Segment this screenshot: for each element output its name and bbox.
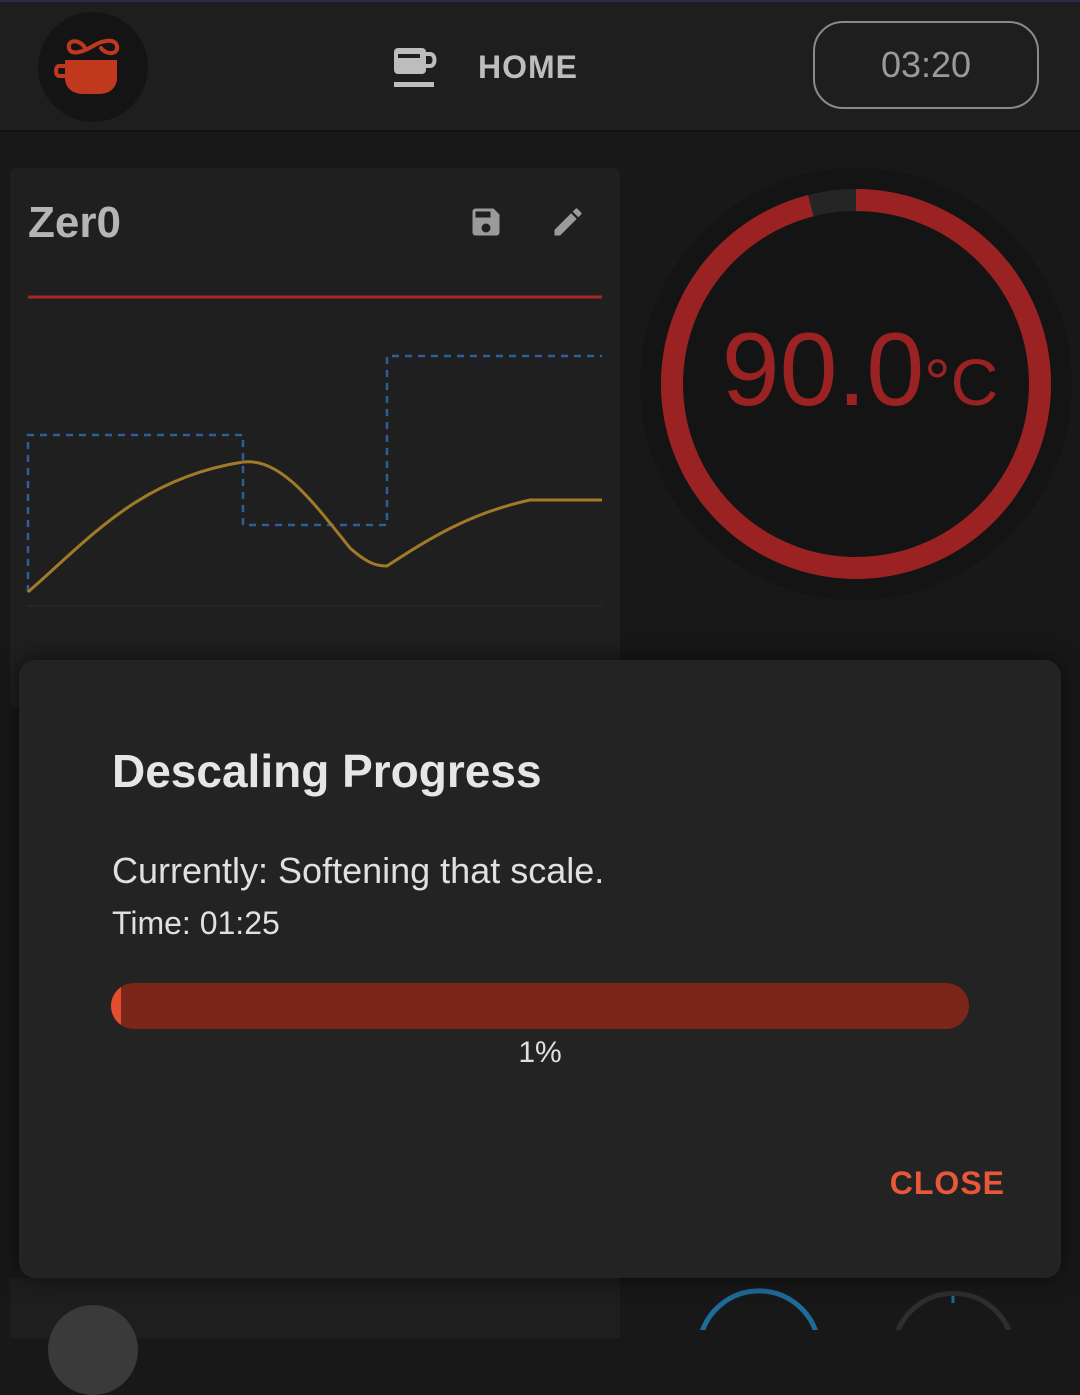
bottom-gauges-peek [700, 1288, 1012, 1330]
descaling-time: Time: 01:25 [112, 905, 280, 941]
temperature-unit: °C [924, 345, 999, 419]
dialog-title: Descaling Progress [112, 745, 542, 797]
descaling-status: Currently: Softening that scale. [112, 850, 605, 891]
app-header: HOME 03:20 [0, 2, 1080, 132]
coffee-cup-icon [394, 48, 437, 87]
chart-pressure-curve [27, 460, 602, 594]
descaling-dialog: Descaling Progress Currently: Softening … [19, 660, 1061, 1278]
close-button[interactable]: CLOSE [865, 1156, 1005, 1210]
temperature-readout: 90.0°C [720, 318, 1000, 422]
shot-timer[interactable]: 03:20 [813, 21, 1039, 109]
profile-card: Zer0 [10, 168, 620, 708]
profile-name: Zer0 [28, 198, 121, 247]
chart-target-pressure-line [26, 354, 602, 592]
temperature-value: 90.0 [721, 312, 925, 428]
home-nav-label: HOME [478, 48, 578, 85]
descaling-progress-bar [111, 983, 969, 1029]
app-logo[interactable] [38, 12, 148, 122]
save-icon[interactable] [468, 204, 504, 240]
edit-icon[interactable] [550, 204, 586, 240]
descaling-progress-fill [111, 983, 122, 1029]
coffee-infinity-logo-icon [54, 38, 120, 94]
profile-chart [26, 295, 602, 607]
descaling-progress-label: 1% [518, 1036, 562, 1069]
home-nav[interactable]: HOME [392, 42, 578, 92]
